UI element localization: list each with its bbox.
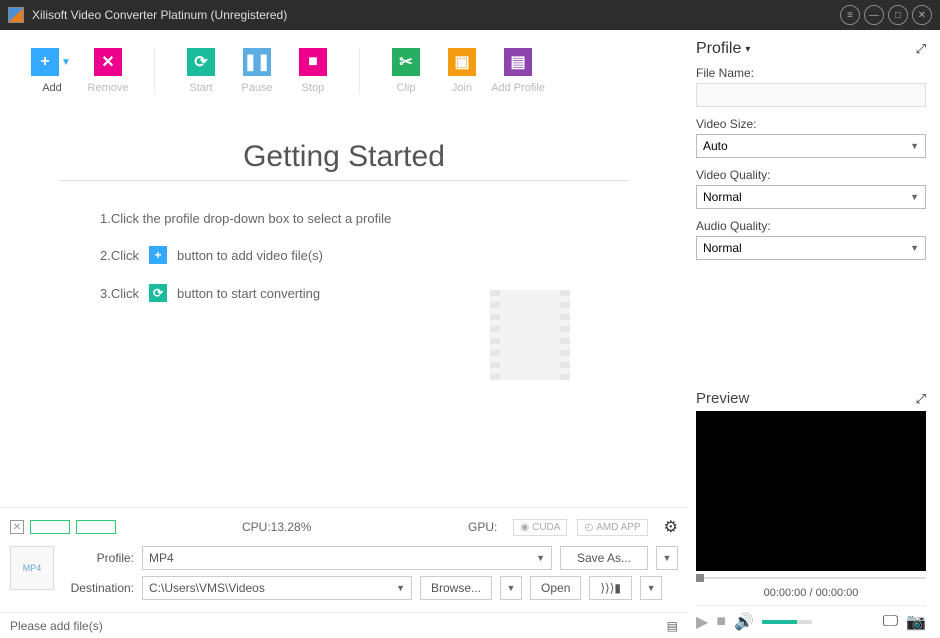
clip-button[interactable]: ✂ Clip <box>378 48 434 94</box>
video-size-select[interactable]: Auto▼ <box>696 134 926 158</box>
app-icon <box>8 7 24 23</box>
gpu-label: GPU: <box>468 520 497 534</box>
pause-icon: ❚❚ <box>243 48 271 76</box>
video-size-label: Video Size: <box>696 117 926 131</box>
meter-2 <box>76 520 116 534</box>
format-thumbnail: MP4 <box>10 546 54 590</box>
destination-input[interactable]: C:\Users\VMS\Videos▼ <box>142 576 412 600</box>
play-button[interactable]: ▶ <box>696 612 708 632</box>
video-quality-select[interactable]: Normal▼ <box>696 185 926 209</box>
save-as-button[interactable]: Save As... <box>560 546 648 570</box>
browse-dropdown[interactable]: ▼ <box>500 576 522 600</box>
add-button[interactable]: + ▼ Add <box>24 48 80 94</box>
preview-viewport <box>696 411 926 571</box>
filmstrip-placeholder <box>490 290 570 380</box>
expand-preview-icon[interactable]: ⤢ <box>916 391 926 407</box>
title-bar: Xilisoft Video Converter Platinum (Unreg… <box>0 0 940 30</box>
clear-meter-button[interactable]: ✕ <box>10 520 24 534</box>
window-title: Xilisoft Video Converter Platinum (Unreg… <box>32 8 287 22</box>
preview-title: Preview ⤢ <box>696 384 926 407</box>
x-icon: ✕ <box>94 48 122 76</box>
time-display: 00:00:00 / 00:00:00 <box>696 581 926 606</box>
meter-row: ✕ CPU:13.28% GPU: ◉ CUDA ◴ AMD APP ⚙ <box>10 514 678 540</box>
menu-button[interactable]: ≡ <box>840 5 860 25</box>
profile-icon: ▤ <box>504 48 532 76</box>
add-profile-button[interactable]: ▤ Add Profile <box>490 48 546 94</box>
pause-button[interactable]: ❚❚ Pause <box>229 48 285 94</box>
minimize-button[interactable]: — <box>864 5 884 25</box>
save-as-dropdown[interactable]: ▼ <box>656 546 678 570</box>
seek-bar[interactable] <box>696 577 926 579</box>
profile-select[interactable]: MP4▼ <box>142 546 552 570</box>
status-bar: Please add file(s) ▤ <box>0 612 688 638</box>
volume-slider[interactable] <box>762 620 812 624</box>
close-button[interactable]: ✕ <box>912 5 932 25</box>
audio-quality-select[interactable]: Normal▼ <box>696 236 926 260</box>
video-quality-label: Video Quality: <box>696 168 926 182</box>
snapshot-icon[interactable]: 📷 <box>906 612 926 632</box>
open-button[interactable]: Open <box>530 576 581 600</box>
profile-label: Profile: <box>64 551 134 565</box>
browse-button[interactable]: Browse... <box>420 576 492 600</box>
join-icon: ▣ <box>448 48 476 76</box>
merge-dropdown[interactable]: ▼ <box>640 576 662 600</box>
settings-gear-icon[interactable]: ⚙ <box>664 517 678 537</box>
step-1: 1.Click the profile drop-down box to sel… <box>100 211 648 226</box>
plus-icon: + <box>149 246 167 264</box>
expand-profile-icon[interactable]: ⤢ <box>916 41 926 57</box>
main-area: Getting Started 1.Click the profile drop… <box>0 102 688 507</box>
cpu-label: CPU:13.28% <box>242 520 311 534</box>
meter-1 <box>30 520 70 534</box>
plus-icon: + <box>31 48 59 76</box>
divider <box>60 180 628 181</box>
cuda-badge[interactable]: ◉ CUDA <box>513 519 567 536</box>
audio-quality-label: Audio Quality: <box>696 219 926 233</box>
stop-playback-button[interactable]: ■ <box>716 613 726 631</box>
remove-button[interactable]: ✕ Remove <box>80 48 136 94</box>
amd-badge[interactable]: ◴ AMD APP <box>577 519 647 536</box>
file-name-input[interactable] <box>696 83 926 107</box>
add-dropdown[interactable]: ▼ <box>59 48 73 76</box>
list-view-icon[interactable]: ▤ <box>667 619 678 633</box>
stop-icon: ■ <box>299 48 327 76</box>
volume-icon[interactable]: 🔊 <box>734 612 754 632</box>
file-name-label: File Name: <box>696 66 926 80</box>
destination-label: Destination: <box>64 581 134 595</box>
join-button[interactable]: ▣ Join <box>434 48 490 94</box>
status-text: Please add file(s) <box>10 619 103 633</box>
refresh-icon: ⟳ <box>149 284 167 302</box>
snapshot-folder-icon[interactable]: 🖵 <box>883 613 898 631</box>
scissors-icon: ✂ <box>392 48 420 76</box>
start-button[interactable]: ⟳ Start <box>173 48 229 94</box>
refresh-icon: ⟳ <box>187 48 215 76</box>
maximize-button[interactable]: □ <box>888 5 908 25</box>
merge-button[interactable]: ⟩⟩⟩▮ <box>589 576 632 600</box>
profile-panel-title: Profile▾ ⤢ <box>696 40 926 58</box>
step-2: 2.Click + button to add video file(s) <box>100 246 648 264</box>
getting-started-title: Getting Started <box>40 140 648 174</box>
stop-button[interactable]: ■ Stop <box>285 48 341 94</box>
toolbar: + ▼ Add ✕ Remove ⟳ Start ❚❚ Pause <box>0 30 688 102</box>
